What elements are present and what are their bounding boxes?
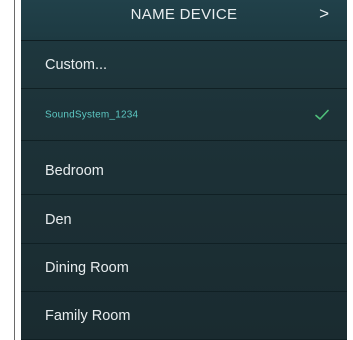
name-device-screen: NAME DEVICE > Custom... SoundSystem_1234…	[21, 0, 347, 340]
list-item-bedroom[interactable]: Bedroom	[21, 147, 347, 195]
list-item-soundsystem[interactable]: SoundSystem_1234	[21, 89, 347, 141]
list-item-label: Den	[45, 211, 72, 228]
page-title: NAME DEVICE	[130, 6, 238, 23]
list-item-label: Dining Room	[45, 259, 129, 276]
list-item-label: Custom...	[45, 56, 108, 73]
frame-divider	[14, 0, 15, 340]
list-item-family-room[interactable]: Family Room	[21, 292, 347, 340]
next-button[interactable]: >	[319, 4, 329, 24]
list-item-dining-room[interactable]: Dining Room	[21, 244, 347, 292]
list-item-custom[interactable]: Custom...	[21, 41, 347, 89]
screenshot-frame: NAME DEVICE > Custom... SoundSystem_1234…	[0, 0, 353, 340]
list-item-label: Bedroom	[45, 162, 104, 179]
list-item-label-selected: SoundSystem_1234	[45, 109, 139, 120]
checkmark-icon	[315, 109, 329, 120]
list-item-den[interactable]: Den	[21, 196, 347, 244]
nav-header: NAME DEVICE >	[21, 0, 347, 41]
list-item-label: Family Room	[45, 307, 131, 324]
